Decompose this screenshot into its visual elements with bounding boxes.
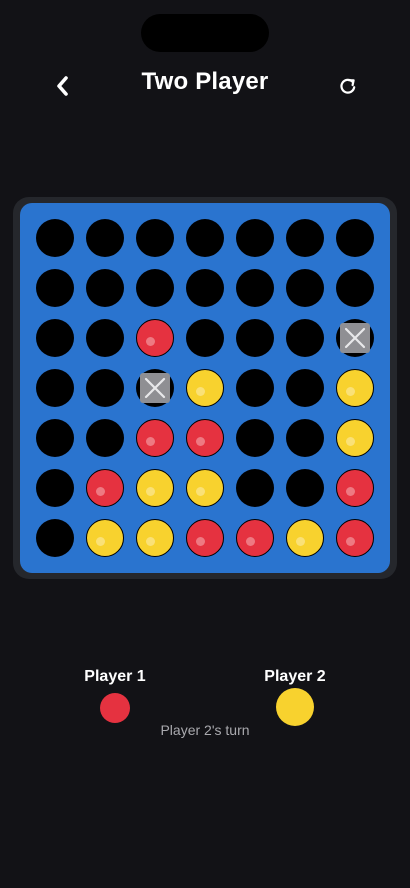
board-cell-r5-c2-empty[interactable] [86,419,124,457]
restart-icon [337,75,359,102]
player-2-label: Player 2 [264,668,326,685]
game-board [20,203,390,573]
board-cell-r5-c6-empty[interactable] [286,419,324,457]
board-cell-r1-c2-empty[interactable] [86,219,124,257]
board-cell-r1-c1-empty[interactable] [36,219,74,257]
header: Two Player [0,64,410,104]
board-cell-r5-c4-red[interactable] [186,419,224,457]
board-cell-r6-c3-yellow[interactable] [136,469,174,507]
board-cell-r7-c2-yellow[interactable] [86,519,124,557]
board-cell-r4-c6-empty[interactable] [286,369,324,407]
board-cell-r1-c5-empty[interactable] [236,219,274,257]
board-cell-r5-c3-red[interactable] [136,419,174,457]
restart-button[interactable] [332,72,364,104]
board-cell-r7-c7-red[interactable] [336,519,374,557]
board-cell-r2-c4-empty[interactable] [186,269,224,307]
game-screen: Two Player Player 1 Player 2 Player 2's … [0,0,410,888]
board-cell-r5-c1-empty[interactable] [36,419,74,457]
board-cell-r1-c7-empty[interactable] [336,219,374,257]
board-cell-r7-c3-yellow[interactable] [136,519,174,557]
board-cell-r3-c1-empty[interactable] [36,319,74,357]
device-notch [141,14,269,52]
board-cell-r2-c6-empty[interactable] [286,269,324,307]
board-cell-r3-c3-red[interactable] [136,319,174,357]
board-cell-r2-c2-empty[interactable] [86,269,124,307]
board-cell-r6-c5-empty[interactable] [236,469,274,507]
board-cell-r7-c1-empty[interactable] [36,519,74,557]
board-cell-r7-c6-yellow[interactable] [286,519,324,557]
board-cell-r6-c2-red[interactable] [86,469,124,507]
board-cell-r6-c1-empty[interactable] [36,469,74,507]
board-cell-r6-c4-yellow[interactable] [186,469,224,507]
board-cell-r1-c3-empty[interactable] [136,219,174,257]
board-cell-r4-c2-empty[interactable] [86,369,124,407]
turn-indicator: Player 2's turn [160,722,250,738]
players-panel: Player 1 Player 2 Player 2's turn [0,664,410,764]
board-cell-r3-c2-empty[interactable] [86,319,124,357]
blocked-x-icon [140,373,170,403]
player-1-label: Player 1 [84,668,146,685]
board-cell-r4-c5-empty[interactable] [236,369,274,407]
blocked-x-icon [340,323,370,353]
board-cell-r4-c1-empty[interactable] [36,369,74,407]
board-cell-r4-c7-yellow[interactable] [336,369,374,407]
board-cell-r3-c6-empty[interactable] [286,319,324,357]
board-cell-r4-c4-yellow[interactable] [186,369,224,407]
board-cell-r2-c3-empty[interactable] [136,269,174,307]
board-cell-r6-c7-red[interactable] [336,469,374,507]
board-cell-r3-c7-blocked[interactable] [336,319,374,357]
board-cell-r1-c4-empty[interactable] [186,219,224,257]
board-cell-r4-c3-blocked[interactable] [136,369,174,407]
board-cell-r2-c1-empty[interactable] [36,269,74,307]
board-cell-r7-c4-red[interactable] [186,519,224,557]
player-2-disc [276,688,314,726]
board-grid [36,219,374,557]
board-cell-r5-c5-empty[interactable] [236,419,274,457]
board-cell-r3-c4-empty[interactable] [186,319,224,357]
board-cell-r3-c5-empty[interactable] [236,319,274,357]
board-cell-r6-c6-empty[interactable] [286,469,324,507]
player-1-disc [100,693,130,723]
board-cell-r5-c7-yellow[interactable] [336,419,374,457]
board-cell-r2-c7-empty[interactable] [336,269,374,307]
board-cell-r1-c6-empty[interactable] [286,219,324,257]
board-cell-r2-c5-empty[interactable] [236,269,274,307]
board-cell-r7-c5-red[interactable] [236,519,274,557]
